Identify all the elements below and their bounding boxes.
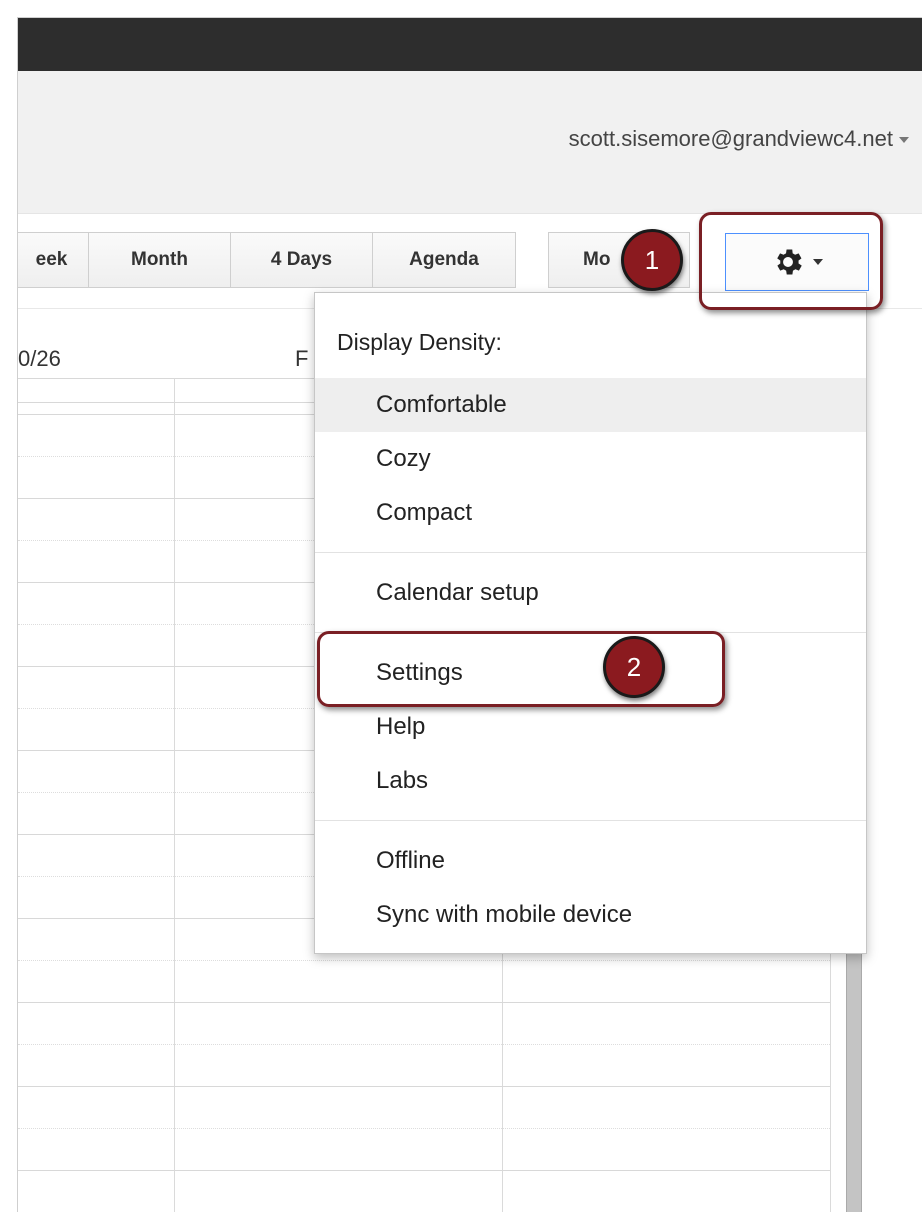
menu-item-comfortable[interactable]: Comfortable [315, 378, 866, 432]
step-badge-1: 1 [621, 229, 683, 291]
app-window: scott.sisemore@grandviewc4.net eek Month… [17, 17, 922, 1212]
menu-separator [315, 552, 866, 553]
view-week-button[interactable]: eek [18, 232, 89, 288]
step-badge-2: 2 [603, 636, 665, 698]
menu-item-help[interactable]: Help [315, 700, 866, 754]
menu-separator [315, 820, 866, 821]
menu-item-offline[interactable]: Offline [315, 834, 866, 888]
settings-dropdown-menu: Display Density: Comfortable Cozy Compac… [314, 292, 867, 954]
menu-item-calendar-setup[interactable]: Calendar setup [315, 566, 866, 620]
view-agenda-button[interactable]: Agenda [372, 232, 516, 288]
menu-item-sync-mobile[interactable]: Sync with mobile device [315, 888, 866, 942]
account-caret-icon[interactable] [899, 137, 909, 143]
day-header-date: 0/26 [18, 346, 61, 371]
menu-item-cozy[interactable]: Cozy [315, 432, 866, 486]
day-header-partial: F [295, 346, 309, 371]
view-month-button[interactable]: Month [88, 232, 231, 288]
display-density-heading: Display Density: [337, 329, 502, 355]
menu-item-compact[interactable]: Compact [315, 486, 866, 540]
header: scott.sisemore@grandviewc4.net [18, 71, 922, 214]
menu-item-labs[interactable]: Labs [315, 754, 866, 808]
top-bar [18, 18, 922, 71]
account-email[interactable]: scott.sisemore@grandviewc4.net [569, 126, 893, 152]
view-4days-button[interactable]: 4 Days [230, 232, 373, 288]
callout-settings-gear [699, 212, 883, 310]
